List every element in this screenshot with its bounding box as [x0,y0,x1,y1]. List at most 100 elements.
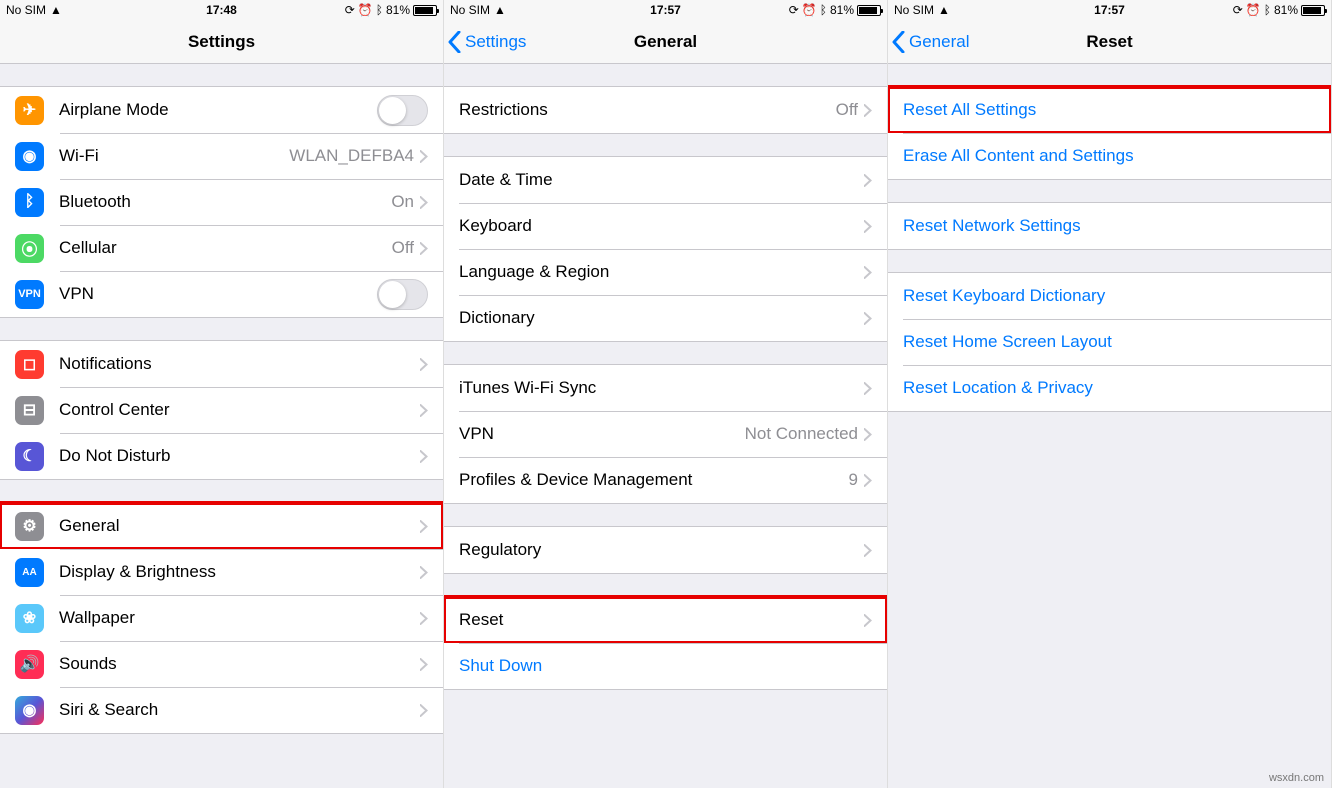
wifi-icon: ▲ [494,3,506,17]
sounds-icon: 🔊 [15,650,44,679]
chevron-icon [420,196,428,209]
lock-icon: ⟳ [789,3,799,17]
screen-settings: No SIM ▲ 17:48 ⟳⏰ᛒ81% Settings ✈︎ Airpla… [0,0,444,788]
dnd-icon: ☾ [15,442,44,471]
label: Notifications [59,354,420,374]
row-vpn[interactable]: VPN Not Connected [444,411,887,457]
value: Not Connected [745,424,858,444]
chevron-icon [864,266,872,279]
status-time: 17:48 [206,3,237,17]
status-time: 17:57 [650,3,681,17]
battery-icon [1301,5,1325,16]
alarm-icon: ⏰ [358,3,373,17]
row-reset-network[interactable]: Reset Network Settings [888,203,1331,249]
display-icon: AA [15,558,44,587]
row-reset-keyboard-dict[interactable]: Reset Keyboard Dictionary [888,273,1331,319]
label: Profiles & Device Management [459,470,849,490]
row-dictionary[interactable]: Dictionary [444,295,887,341]
label: Erase All Content and Settings [903,146,1316,166]
row-notifications[interactable]: ◻︎ Notifications [0,341,443,387]
label: VPN [459,424,745,444]
row-regulatory[interactable]: Regulatory [444,527,887,573]
back-button[interactable]: General [888,31,973,53]
row-itunes-wifi-sync[interactable]: iTunes Wi-Fi Sync [444,365,887,411]
row-reset-home-layout[interactable]: Reset Home Screen Layout [888,319,1331,365]
label: Do Not Disturb [59,446,420,466]
label: Airplane Mode [59,100,377,120]
bluetooth-icon: ᛒ [820,3,827,17]
row-reset-location-privacy[interactable]: Reset Location & Privacy [888,365,1331,411]
row-sounds[interactable]: 🔊 Sounds [0,641,443,687]
row-keyboard[interactable]: Keyboard [444,203,887,249]
label: Control Center [59,400,420,420]
back-label: General [909,32,969,52]
label: Reset Keyboard Dictionary [903,286,1316,306]
battery-pct: 81% [830,3,854,17]
cellular-icon: ⦿ [15,234,44,263]
alarm-icon: ⏰ [1246,3,1261,17]
label: Reset Home Screen Layout [903,332,1316,352]
label: Siri & Search [59,700,420,720]
label: Regulatory [459,540,864,560]
label: Wallpaper [59,608,420,628]
label: Cellular [59,238,392,258]
label: Reset All Settings [903,100,1316,120]
battery-icon [857,5,881,16]
status-bar: No SIM ▲ 17:57 ⟳⏰ᛒ81% [888,0,1331,20]
label: Keyboard [459,216,864,236]
lock-icon: ⟳ [345,3,355,17]
notifications-icon: ◻︎ [15,350,44,379]
bluetooth-icon: ᛒ [1264,3,1271,17]
battery-pct: 81% [386,3,410,17]
wifi-icon: ◉ [15,142,44,171]
nav-title: Reset [1086,32,1132,52]
row-reset-all-settings[interactable]: Reset All Settings [888,87,1331,133]
status-bar: No SIM ▲ 17:48 ⟳⏰ᛒ81% [0,0,443,20]
wifi-value: WLAN_DEFBA4 [289,146,414,166]
row-bluetooth[interactable]: ᛒ Bluetooth On [0,179,443,225]
chevron-icon [420,358,428,371]
control-center-icon: ⊟ [15,396,44,425]
label: Display & Brightness [59,562,420,582]
label: General [59,516,420,536]
bt-value: On [391,192,414,212]
chevron-icon [864,220,872,233]
chevron-icon [420,612,428,625]
vpn-icon: VPN [15,280,44,309]
row-wallpaper[interactable]: ❀ Wallpaper [0,595,443,641]
chevron-icon [420,520,428,533]
chevron-icon [864,174,872,187]
label: Dictionary [459,308,864,328]
row-cellular[interactable]: ⦿ Cellular Off [0,225,443,271]
chevron-icon [864,312,872,325]
label: Bluetooth [59,192,391,212]
row-date-time[interactable]: Date & Time [444,157,887,203]
siri-icon: ◉ [15,696,44,725]
row-erase-all[interactable]: Erase All Content and Settings [888,133,1331,179]
chevron-icon [420,566,428,579]
wallpaper-icon: ❀ [15,604,44,633]
row-general[interactable]: ⚙︎ General [0,503,443,549]
back-button[interactable]: Settings [444,31,530,53]
row-profiles[interactable]: Profiles & Device Management 9 [444,457,887,503]
row-control-center[interactable]: ⊟ Control Center [0,387,443,433]
vpn-toggle[interactable] [377,279,428,310]
row-language-region[interactable]: Language & Region [444,249,887,295]
chevron-icon [420,658,428,671]
label: VPN [59,284,377,304]
row-display-brightness[interactable]: AA Display & Brightness [0,549,443,595]
chevron-icon [864,428,872,441]
row-wifi[interactable]: ◉ Wi-Fi WLAN_DEFBA4 [0,133,443,179]
airplane-toggle[interactable] [377,95,428,126]
row-restrictions[interactable]: Restrictions Off [444,87,887,133]
label: Shut Down [459,656,872,676]
row-airplane-mode[interactable]: ✈︎ Airplane Mode [0,87,443,133]
bluetooth-icon: ᛒ [376,3,383,17]
row-reset[interactable]: Reset [444,597,887,643]
row-shut-down[interactable]: Shut Down [444,643,887,689]
row-siri-search[interactable]: ◉ Siri & Search [0,687,443,733]
label: Sounds [59,654,420,674]
label: Reset Network Settings [903,216,1316,236]
row-do-not-disturb[interactable]: ☾ Do Not Disturb [0,433,443,479]
row-vpn[interactable]: VPN VPN [0,271,443,317]
